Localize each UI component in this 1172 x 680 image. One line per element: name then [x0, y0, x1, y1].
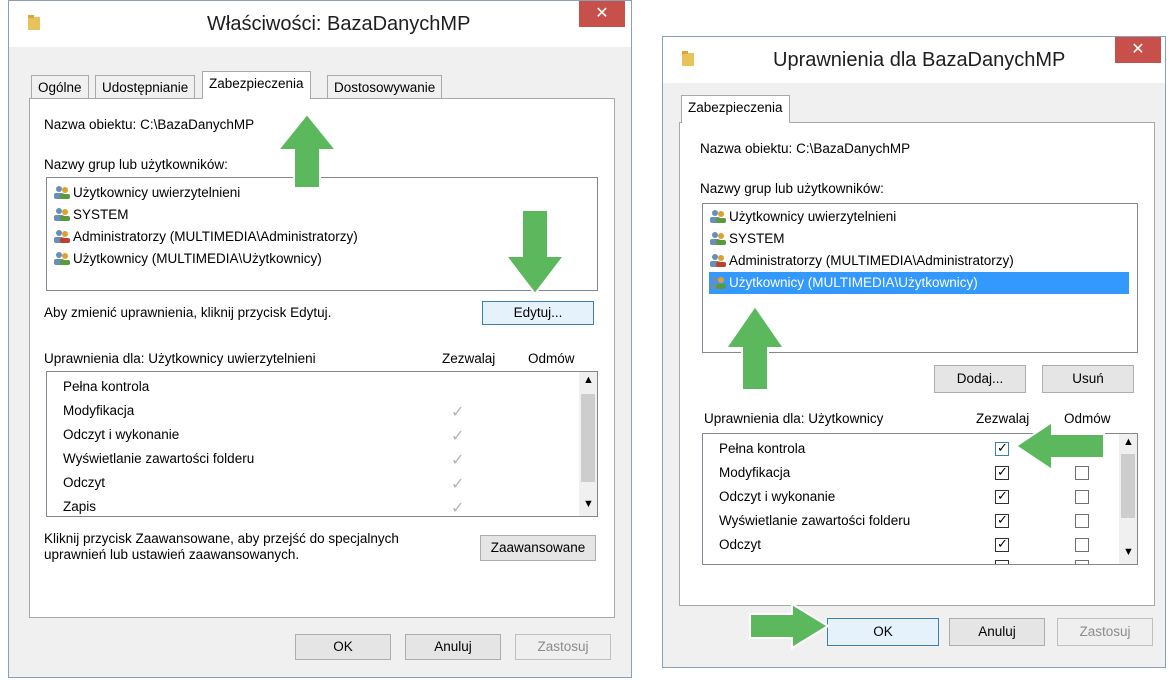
permission-row: Odczyt i wykonanie	[63, 427, 180, 442]
arrow-left-icon	[1014, 420, 1105, 472]
tab-sharing[interactable]: Udostępnianie	[95, 75, 196, 99]
object-name-label: Nazwa obiektu: C:\BazaDanychMP	[44, 117, 255, 132]
allow-checkbox[interactable]: ✓	[995, 488, 1009, 504]
remove-button[interactable]: Usuń	[1042, 365, 1134, 393]
allow-check-icon: ✓	[451, 476, 465, 493]
change-hint: Aby zmienić uprawnienia, kliknij przycis…	[44, 305, 332, 320]
arrow-up-icon	[724, 304, 786, 391]
users-icon	[710, 210, 726, 223]
scroll-down-icon[interactable]: ▼	[583, 498, 594, 510]
arrow-up-icon	[276, 112, 338, 189]
tab-security[interactable]: Zabezpieczenia	[681, 95, 790, 123]
close-button[interactable]: ✕	[1115, 37, 1161, 63]
permission-row: Wyświetlanie zawartości folderu	[719, 513, 911, 528]
tab-customize[interactable]: Dostosowywanie	[327, 75, 443, 99]
scroll-down-icon[interactable]: ▼	[1123, 546, 1134, 558]
allow-checkbox[interactable]	[995, 560, 1009, 564]
list-item[interactable]: SYSTEM	[53, 204, 129, 226]
users-icon	[54, 208, 70, 221]
users-icon	[710, 232, 726, 245]
permission-row: Modyfikacja	[719, 465, 791, 480]
ok-button[interactable]: OK	[827, 618, 939, 646]
allow-checkbox[interactable]: ✓	[995, 464, 1009, 480]
permissions-for-label: Uprawnienia dla: Użytkownicy	[704, 411, 884, 426]
users-icon	[54, 252, 70, 265]
allow-header: Zezwalaj	[442, 351, 496, 366]
ok-button[interactable]: OK	[295, 634, 391, 660]
list-item[interactable]: Użytkownicy uwierzytelnieni	[53, 182, 240, 204]
list-item[interactable]: SYSTEM	[709, 228, 785, 250]
permission-row: Wyświetlanie zawartości folderu	[63, 451, 255, 466]
permission-row: Odczyt i wykonanie	[719, 489, 836, 504]
cancel-button[interactable]: Anuluj	[949, 618, 1045, 646]
permission-row: Modyfikacja	[63, 403, 135, 418]
object-name-value: C:\BazaDanychMP	[796, 141, 911, 156]
scroll-up-icon[interactable]: ▲	[1123, 436, 1134, 448]
scroll-up-icon[interactable]: ▲	[583, 374, 594, 386]
apply-button[interactable]: Zastosuj	[515, 634, 611, 660]
allow-check-icon: ✓	[451, 404, 465, 421]
allow-checkbox[interactable]: ✓	[995, 440, 1009, 456]
users-icon	[54, 230, 70, 243]
scroll-thumb[interactable]	[581, 394, 595, 482]
cancel-button[interactable]: Anuluj	[405, 634, 501, 660]
advanced-hint: Kliknij przycisk Zaawansowane, aby przej…	[44, 531, 399, 562]
deny-header: Odmów	[528, 351, 575, 366]
arrow-right-icon	[749, 602, 830, 650]
window-title: Właściwości: BazaDanychMP	[207, 13, 471, 35]
allow-checkbox[interactable]: ✓	[995, 536, 1009, 552]
properties-window: Właściwości: BazaDanychMP ✕ Ogólne Udost…	[8, 0, 632, 678]
deny-checkbox[interactable]	[1075, 560, 1089, 564]
allow-check-icon: ✓	[451, 428, 465, 445]
allow-check-icon: ✓	[451, 500, 465, 517]
apply-button[interactable]: Zastosuj	[1057, 618, 1153, 646]
allow-checkbox[interactable]: ✓	[995, 512, 1009, 528]
close-button[interactable]: ✕	[579, 1, 625, 27]
list-item[interactable]: Użytkownicy uwierzytelnieni	[709, 206, 896, 228]
object-name-label: Nazwa obiektu: C:\BazaDanychMP	[700, 141, 911, 156]
groups-label: Nazwy grup lub użytkowników:	[44, 157, 228, 172]
arrow-down-icon	[504, 209, 566, 296]
permission-row: Pełna kontrola	[63, 379, 150, 394]
deny-checkbox[interactable]	[1075, 514, 1089, 528]
users-icon	[54, 186, 70, 199]
permission-row: Odczyt	[719, 537, 762, 552]
folder-icon	[28, 15, 40, 30]
title-bar: Uprawnienia dla BazaDanychMP ✕	[663, 37, 1165, 83]
deny-checkbox[interactable]	[1075, 490, 1089, 504]
object-name-value: C:\BazaDanychMP	[140, 117, 255, 132]
folder-icon	[682, 51, 694, 66]
scrollbar[interactable]: ▲ ▼	[1119, 434, 1137, 564]
add-button[interactable]: Dodaj...	[934, 365, 1026, 393]
advanced-button[interactable]: Zaawansowane	[480, 535, 596, 561]
users-icon	[710, 254, 726, 267]
tab-general[interactable]: Ogólne	[31, 75, 89, 99]
list-item[interactable]: Administratorzy (MULTIMEDIA\Administrato…	[53, 226, 358, 248]
permissions-list: Pełna kontrola Modyfikacja Odczyt i wyko…	[46, 371, 598, 517]
window-title: Uprawnienia dla BazaDanychMP	[773, 49, 1066, 71]
scrollbar[interactable]: ▲ ▼	[579, 372, 597, 516]
permission-row: Pełna kontrola	[719, 441, 806, 456]
permission-row: Odczyt	[63, 475, 106, 490]
users-icon	[710, 276, 726, 289]
groups-label: Nazwy grup lub użytkowników:	[700, 181, 884, 196]
allow-check-icon: ✓	[451, 452, 465, 469]
scroll-thumb[interactable]	[1121, 454, 1135, 518]
tab-security[interactable]: Zabezpieczenia	[202, 71, 311, 99]
list-item[interactable]: Administratorzy (MULTIMEDIA\Administrato…	[709, 250, 1014, 272]
title-bar: Właściwości: BazaDanychMP ✕	[9, 1, 631, 47]
edit-button[interactable]: Edytuj...	[482, 301, 594, 325]
deny-checkbox[interactable]	[1075, 538, 1089, 552]
list-item-selected[interactable]: Użytkownicy (MULTIMEDIA\Użytkownicy)	[709, 272, 1129, 294]
permission-row: Zapis	[63, 499, 97, 514]
permissions-for-label: Uprawnienia dla: Użytkownicy uwierzyteln…	[44, 351, 316, 366]
list-item[interactable]: Użytkownicy (MULTIMEDIA\Użytkownicy)	[53, 248, 322, 270]
